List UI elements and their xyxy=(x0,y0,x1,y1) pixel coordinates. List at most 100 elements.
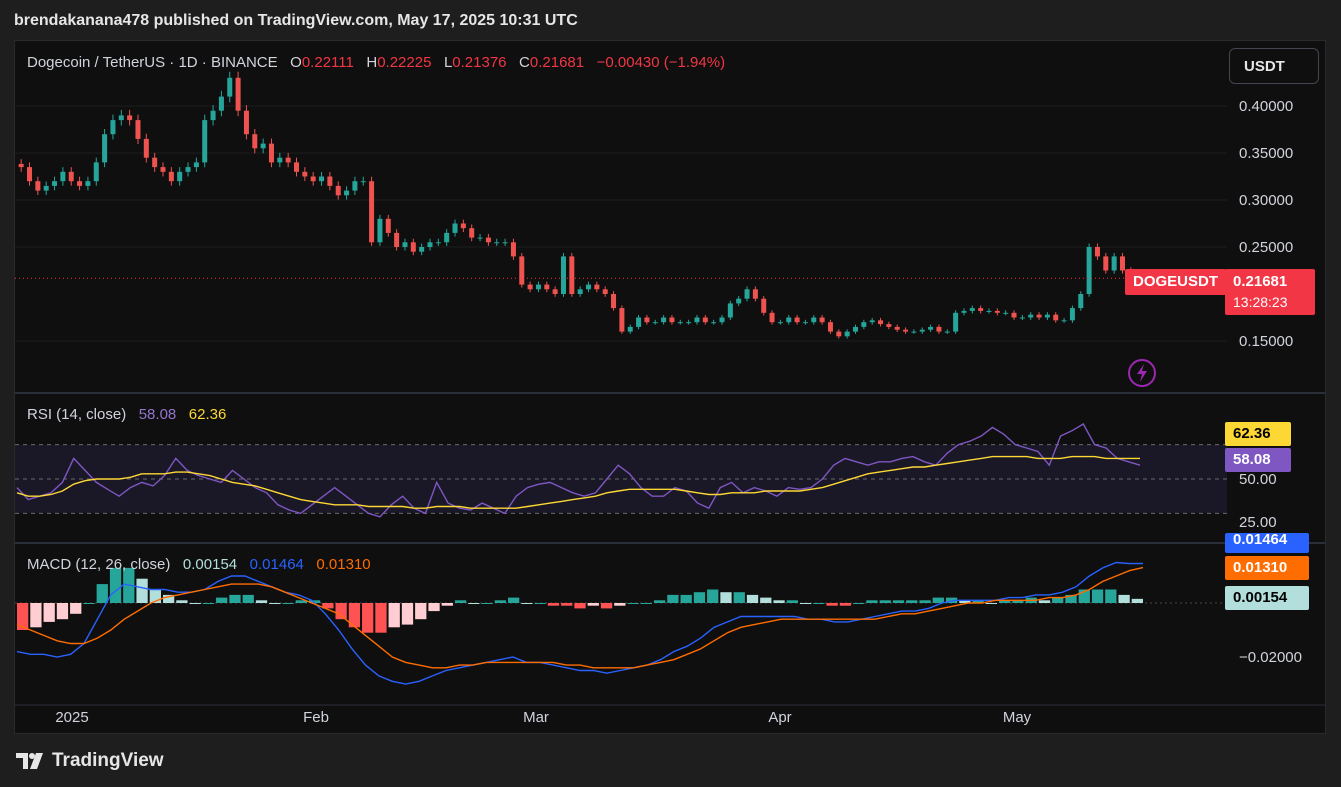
open-value: 0.22111 xyxy=(301,54,354,71)
candle-body xyxy=(694,317,700,323)
macd-histogram-bar xyxy=(534,603,546,604)
macd-histogram-bar xyxy=(521,603,533,604)
macd-histogram-bar xyxy=(43,603,55,622)
macd-histogram-bar xyxy=(70,603,82,614)
candle-body xyxy=(636,317,642,327)
candle-body xyxy=(427,242,433,247)
candle-body xyxy=(953,312,959,332)
candle-body xyxy=(335,185,341,196)
rsi-tick-label: 50.00 xyxy=(1239,471,1277,488)
candle-body xyxy=(419,247,425,252)
lightning-icon[interactable] xyxy=(1127,358,1157,388)
macd-histogram-bar xyxy=(401,603,414,625)
macd-histogram-bar xyxy=(707,589,719,603)
candle-body xyxy=(786,317,792,323)
candle-body xyxy=(1053,314,1059,321)
candle-body xyxy=(118,115,124,121)
macd-histogram-bar xyxy=(269,603,281,604)
macd-histogram-bar xyxy=(375,603,387,633)
candle-body xyxy=(677,322,683,324)
candle-body xyxy=(1119,256,1125,271)
candle-body xyxy=(235,77,241,111)
candle-body xyxy=(27,167,33,182)
macd-histogram-bar xyxy=(640,603,652,604)
macd-label: MACD (12, 26, close) xyxy=(27,556,171,573)
macd-histogram-bar xyxy=(627,603,639,604)
candle-body xyxy=(410,242,416,252)
macd-histogram-bar xyxy=(866,600,878,603)
candle-body xyxy=(143,138,149,158)
macd-histogram-bar xyxy=(839,603,852,606)
candle-body xyxy=(1078,294,1084,309)
macd-signal-tag: 0.01310 xyxy=(1225,556,1309,580)
candle-body xyxy=(944,331,950,333)
rsi-legend: RSI (14, close) 58.08 62.36 xyxy=(27,406,226,423)
candle-body xyxy=(928,326,934,330)
high-label: H xyxy=(366,54,378,71)
price-tick-label: 0.30000 xyxy=(1239,192,1293,209)
candle-body xyxy=(1094,247,1100,257)
candle-body xyxy=(1061,320,1067,322)
macd-histogram-bar xyxy=(693,592,706,603)
time-tick-label: May xyxy=(1003,709,1032,726)
candle-body xyxy=(327,176,333,186)
candle-body xyxy=(435,242,441,244)
price-tick-label: 0.25000 xyxy=(1239,239,1293,256)
bar-countdown: 13:28:23 xyxy=(1233,294,1288,310)
tradingview-brand[interactable]: TradingView xyxy=(16,750,164,772)
candle-body xyxy=(385,218,391,233)
candle-body xyxy=(794,317,800,323)
macd-histogram-bar xyxy=(255,600,268,603)
macd-histogram-bar xyxy=(176,600,188,603)
candle-body xyxy=(811,317,817,323)
candle-body xyxy=(836,331,842,337)
macd-histogram-bar xyxy=(1105,589,1117,603)
macd-histogram-bar xyxy=(1091,589,1104,603)
candle-body xyxy=(377,218,383,243)
candle-body xyxy=(878,320,884,325)
macd-histogram-bar xyxy=(932,597,944,603)
symbol-label: Dogecoin / TetherUS · 1D · BINANCE xyxy=(27,54,278,71)
macd-histogram-bar xyxy=(746,594,759,603)
candle-body xyxy=(1111,256,1117,271)
price-tick-label: 0.15000 xyxy=(1239,333,1293,350)
macd-histogram-bar xyxy=(667,594,679,603)
candle-body xyxy=(168,171,174,182)
candle-body xyxy=(160,167,166,172)
macd-histogram-bar xyxy=(919,600,931,603)
macd-histogram-bar xyxy=(83,603,95,604)
last-price-tag: 0.21681 13:28:23 xyxy=(1225,269,1315,315)
close-value: 0.21681 xyxy=(529,54,585,71)
macd-histogram-bar xyxy=(481,603,493,604)
macd-line-tag: 0.01464 xyxy=(1225,533,1309,553)
macd-histogram-bar xyxy=(136,578,148,603)
currency-unit-button[interactable]: USDT xyxy=(1229,48,1319,84)
candle-body xyxy=(302,171,308,177)
candle-body xyxy=(202,120,208,163)
macd-histogram-bar xyxy=(600,603,613,609)
macd-histogram-bar xyxy=(229,594,241,603)
candle-body xyxy=(644,317,650,323)
candle-body xyxy=(260,143,266,149)
macd-histogram-bar xyxy=(362,603,374,633)
candle-body xyxy=(736,298,742,304)
candle-body xyxy=(894,326,900,330)
candle-body xyxy=(869,320,875,323)
candle-body xyxy=(661,317,667,323)
rsi-tick-label: 25.00 xyxy=(1239,514,1277,531)
macd-histogram-bar xyxy=(335,603,347,620)
macd-histogram-bar xyxy=(574,603,586,609)
candle-body xyxy=(586,284,592,290)
candle-body xyxy=(452,223,458,233)
candle-body xyxy=(469,228,475,238)
candle-body xyxy=(802,322,808,324)
macd-histogram-bar xyxy=(468,603,480,604)
candle-body xyxy=(1011,312,1017,318)
change-value: −0.00430 (−1.94%) xyxy=(596,54,726,71)
candle-body xyxy=(886,324,892,327)
candle-body xyxy=(594,284,600,290)
macd-histogram-bar xyxy=(202,603,215,604)
macd-histogram-bar xyxy=(30,603,42,628)
candle-body xyxy=(702,317,708,323)
high-value: 0.22225 xyxy=(377,54,432,71)
